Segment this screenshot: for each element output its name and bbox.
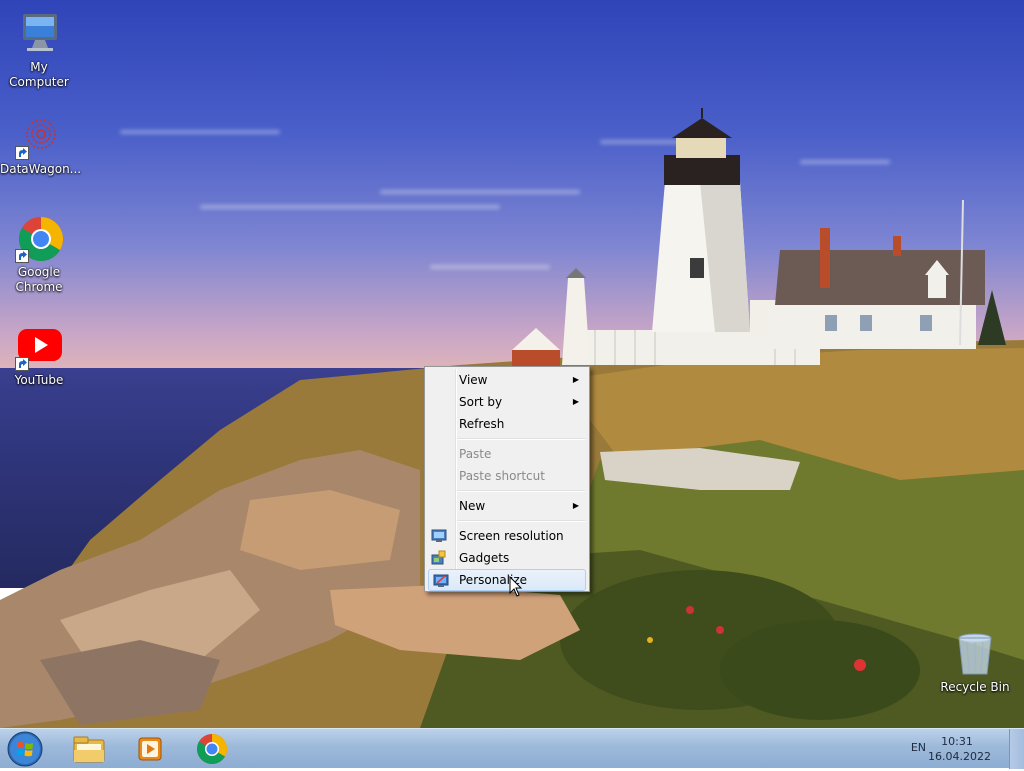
computer-icon [15,10,63,58]
menu-separator [457,438,585,440]
personalize-icon [433,573,449,589]
menu-item-new[interactable]: New ▶ [427,495,587,517]
shortcut-arrow-icon [15,357,29,371]
menu-item-sort-by[interactable]: Sort by ▶ [427,391,587,413]
shortcut-arrow-icon [15,146,29,160]
menu-separator [457,490,585,492]
desktop-icon-datawagon[interactable]: DataWagon... [0,112,82,177]
clock-time: 10:31 [941,735,973,748]
shortcut-arrow-icon [15,249,29,263]
submenu-arrow-icon: ▶ [572,501,579,510]
youtube-icon [15,323,63,371]
windows-logo-icon [7,731,43,767]
menu-item-gadgets[interactable]: Gadgets [427,547,587,569]
language-indicator[interactable]: EN [911,741,926,754]
wallpaper-cloud [200,205,500,209]
chrome-icon [196,734,228,765]
menu-item-refresh[interactable]: Refresh [427,413,587,435]
taskbar: EN 10:31 16.04.2022 [0,728,1024,769]
menu-item-label: Paste shortcut [459,469,545,483]
start-button[interactable] [6,731,44,767]
submenu-arrow-icon: ▶ [572,397,579,406]
gadgets-icon [431,550,447,566]
system-clock[interactable]: 10:31 16.04.2022 [928,734,991,764]
taskbar-explorer-button[interactable] [66,732,112,766]
mouse-pointer-icon [509,576,523,597]
menu-item-paste[interactable]: Paste [427,443,587,465]
wallpaper-cloud [120,130,280,134]
menu-item-label: Gadgets [459,551,510,565]
desktop-icon-label: Recycle Bin [940,680,1010,694]
menu-item-label: Sort by [459,395,503,409]
menu-item-label: Paste [459,447,492,461]
desktop-icon-my-computer[interactable]: My Computer [0,10,78,90]
chrome-icon [15,215,63,263]
desktop-icon-label: YouTube [14,373,64,387]
show-desktop-button[interactable] [1009,729,1024,769]
menu-separator [457,520,585,522]
submenu-arrow-icon: ▶ [572,375,579,384]
clock-date: 16.04.2022 [928,750,991,763]
menu-item-label: Screen resolution [459,529,564,543]
desktop-icon-label: DataWagon... [0,162,82,176]
media-player-icon [138,737,162,761]
desktop-icon-youtube[interactable]: YouTube [0,323,78,388]
desktop-icon-recycle-bin[interactable]: Recycle Bin [936,630,1014,695]
taskbar-chrome-button[interactable] [189,732,235,766]
menu-item-personalize[interactable]: Personalize [428,569,586,591]
datawagon-icon [15,112,63,160]
menu-item-view[interactable]: View ▶ [427,369,587,391]
menu-item-screen-resolution[interactable]: Screen resolution [427,525,587,547]
taskbar-media-player-button[interactable] [127,732,173,766]
menu-item-paste-shortcut[interactable]: Paste shortcut [427,465,587,487]
desktop-wallpaper[interactable] [0,0,1024,728]
screen-resolution-icon [431,528,447,544]
desktop-context-menu: View ▶ Sort by ▶ Refresh Paste Paste sho… [424,366,590,592]
wallpaper-lighthouse [512,108,1006,368]
explorer-icon [73,736,105,763]
recycle-bin-icon [951,630,999,678]
menu-item-label: Refresh [459,417,505,431]
desktop-icon-google-chrome[interactable]: Google Chrome [0,215,78,295]
desktop-icon-label: Google Chrome [15,265,63,294]
menu-item-label: View [459,373,488,387]
menu-item-label: New [459,499,486,513]
desktop-icon-label: My Computer [9,60,69,89]
